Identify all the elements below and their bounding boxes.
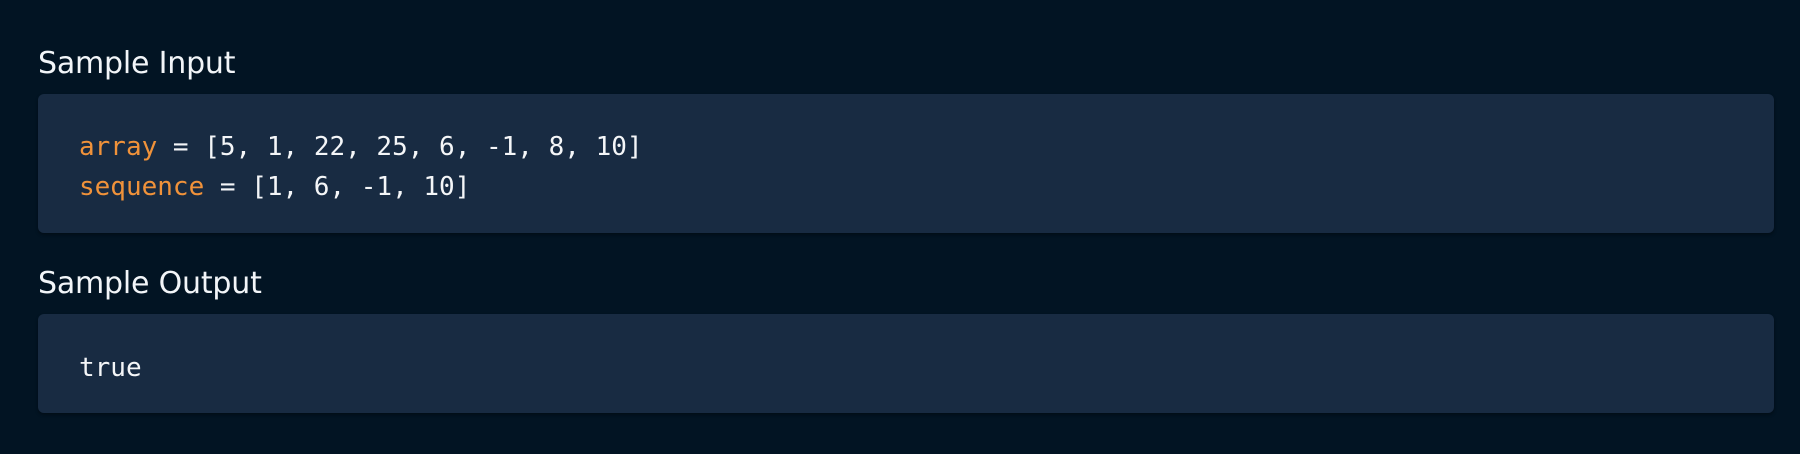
output-value: true	[79, 353, 142, 383]
code-line-sequence: sequence = [1, 6, -1, 10]	[79, 167, 1774, 207]
sample-input-heading: Sample Input	[38, 46, 236, 81]
code-value-array: = [5, 1, 22, 25, 6, -1, 8, 10]	[157, 132, 643, 162]
code-line-array: array = [5, 1, 22, 25, 6, -1, 8, 10]	[79, 127, 1774, 167]
sample-output-heading: Sample Output	[38, 266, 262, 301]
variable-name-sequence: sequence	[79, 172, 205, 202]
variable-name-array: array	[79, 132, 158, 162]
sample-output-code-block: true	[38, 314, 1774, 413]
sample-input-code-block: array = [5, 1, 22, 25, 6, -1, 8, 10] seq…	[38, 94, 1774, 233]
code-value-sequence: = [1, 6, -1, 10]	[204, 172, 471, 202]
